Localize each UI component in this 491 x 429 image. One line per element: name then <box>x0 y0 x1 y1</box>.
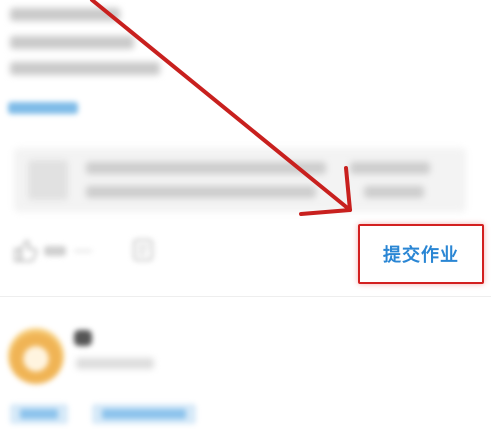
card-text-line <box>86 186 316 198</box>
like-separator <box>74 250 92 252</box>
card-text-line <box>364 186 424 198</box>
post-text-line <box>10 36 134 49</box>
link-preview-card[interactable] <box>14 148 466 212</box>
username[interactable] <box>74 330 92 346</box>
post-tag[interactable] <box>10 404 68 424</box>
card-thumbnail <box>28 160 68 200</box>
submit-homework-button[interactable]: 提交作业 <box>358 224 484 284</box>
submit-homework-label: 提交作业 <box>383 245 459 266</box>
post-text-line <box>10 62 160 75</box>
post-link-text[interactable] <box>8 102 78 114</box>
post-divider <box>0 296 491 297</box>
post-timestamp <box>76 358 154 369</box>
thumbs-up-icon[interactable] <box>12 238 38 264</box>
post-tag-text <box>20 409 58 419</box>
avatar[interactable] <box>8 328 64 384</box>
card-text-line <box>350 162 430 174</box>
like-count <box>44 246 66 256</box>
comment-icon[interactable] <box>132 237 154 265</box>
post-tag[interactable] <box>92 404 196 424</box>
post-tag-text <box>102 409 186 419</box>
post-text-line <box>10 8 120 21</box>
card-text-line <box>86 162 326 174</box>
